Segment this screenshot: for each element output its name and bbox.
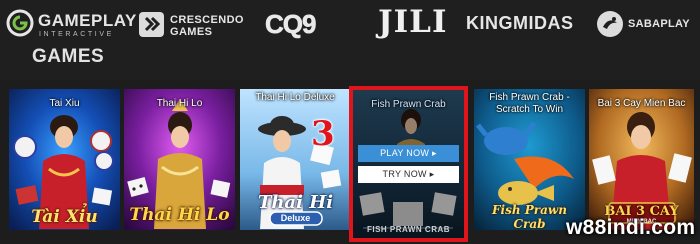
site-watermark: w88indi.com [566, 216, 696, 239]
tile-hover-overlay [353, 90, 464, 238]
game-logo-text: Thai Hi Lo [129, 205, 230, 225]
play-arrow-icon: ▸ [432, 148, 437, 158]
provider-games[interactable]: GAMES [32, 46, 112, 70]
game-logo-text: FISH PRAWN CRAB [366, 225, 451, 234]
game-title: Tai Xiu [49, 98, 80, 109]
game-tile-tai-xiu[interactable]: Tai Xiu Tài Xỉu [9, 89, 120, 230]
gameplay-logo-icon [6, 9, 34, 37]
sabaplay-logo-icon [597, 11, 623, 37]
play-now-button[interactable]: PLAY NOW ▸ [358, 145, 459, 162]
game-logo-text: Thai Hi [257, 192, 334, 213]
provider-gameplay[interactable]: GAMEPLAY INTERACTIVE [6, 9, 144, 43]
game-title: Thai Hi Lo [156, 98, 203, 109]
provider-kingmidas-name: KINGMIDAS [466, 13, 574, 33]
provider-cq9-name: CQ9 [265, 9, 317, 40]
provider-gameplay-name: GAMEPLAY [38, 11, 137, 30]
crescendo-logo-icon [139, 12, 164, 37]
game-tile-fish-prawn-crab[interactable]: Fish Prawn Crab PLAY NOW ▸ TRY NOW ▸ FIS… [353, 90, 464, 238]
game-logo-badge: Deluxe [280, 213, 311, 223]
try-arrow-icon: ▸ [429, 169, 435, 179]
step-number-annotation: 3 [311, 114, 335, 154]
provider-crescendo-name: CRESCENDO GAMES [170, 14, 250, 38]
provider-crescendo[interactable]: CRESCENDO GAMES [136, 10, 246, 40]
game-title: Bai 3 Cay Mien Bac [597, 98, 686, 109]
game-tile-fish-prawn-crab-scratch[interactable]: Fish Prawn Crab - Scratch To Win Fish Pr… [474, 89, 585, 230]
game-title: Fish Prawn Crab [371, 99, 446, 110]
play-now-label: PLAY NOW [380, 148, 430, 158]
provider-crescendo-line2: GAMES [170, 26, 213, 38]
provider-jili[interactable]: JILI [378, 4, 456, 42]
game-tile-thai-hi-lo-deluxe[interactable]: Thai Hi Lo Deluxe Thai Hi Deluxe [240, 89, 351, 230]
provider-jili-name: JILI [378, 4, 448, 40]
game-title: Fish Prawn Crab - Scratch To Win [489, 92, 570, 115]
provider-sabaplay-name: SABAPLAY [628, 18, 690, 30]
provider-bar: GAMEPLAY INTERACTIVE CRESCENDO GAMES CQ9… [0, 0, 700, 80]
provider-cq9[interactable]: CQ9 [265, 9, 329, 40]
provider-gameplay-sub: INTERACTIVE [39, 31, 114, 38]
game-tile-bai-3-cay[interactable]: Bai 3 Cay Mien Bac BAI 3 CAY MIEN BAC [589, 89, 694, 230]
game-tile-thai-hi-lo[interactable]: Thai Hi Lo Thai Hi Lo [124, 89, 235, 230]
provider-crescendo-line1: CRESCENDO [170, 14, 244, 26]
game-logo-text: Tài Xỉu [31, 207, 98, 227]
try-now-button[interactable]: TRY NOW ▸ [358, 166, 459, 183]
provider-kingmidas[interactable]: KINGMIDAS [466, 13, 584, 37]
try-now-label: TRY NOW [382, 169, 427, 179]
provider-games-name: GAMES [32, 46, 105, 67]
provider-sabaplay[interactable]: SABAPLAY [595, 9, 695, 43]
game-title: Thai Hi Lo Deluxe [255, 92, 335, 103]
